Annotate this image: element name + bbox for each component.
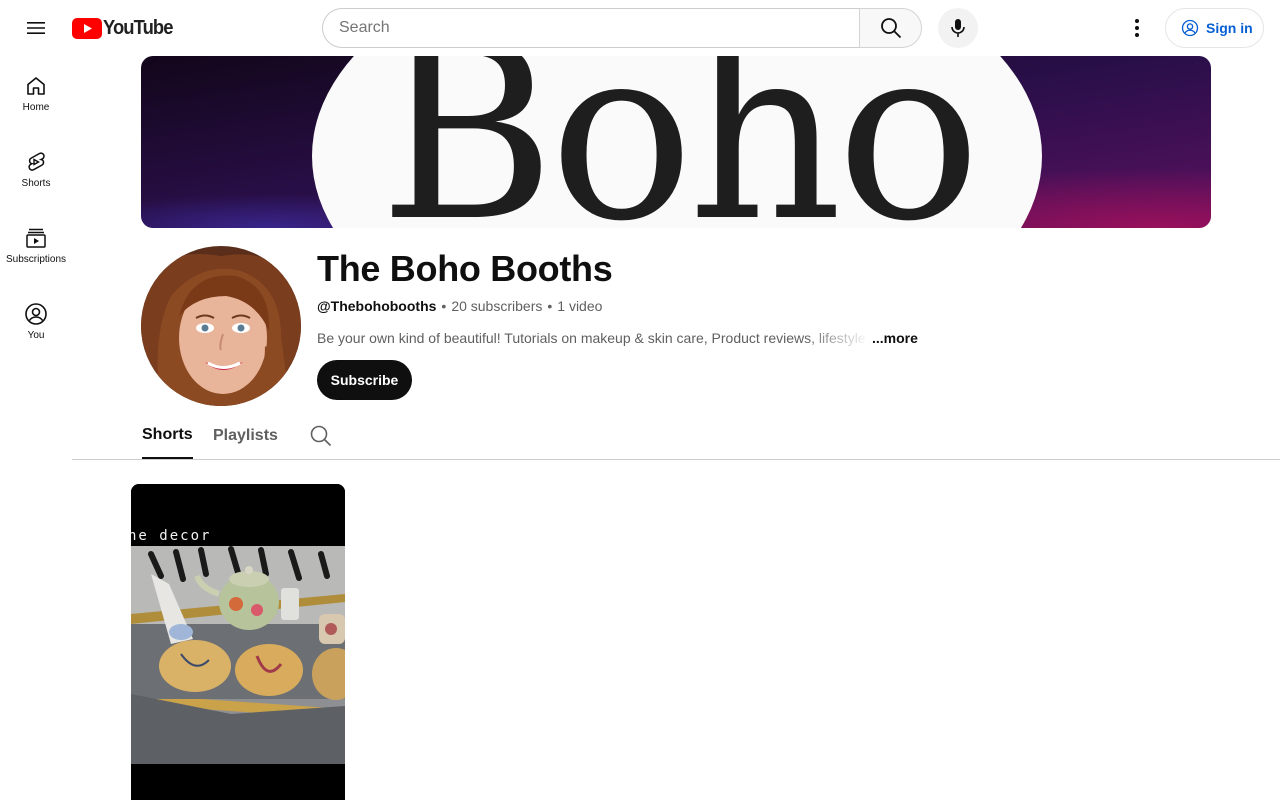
- tab-shorts[interactable]: Shorts: [142, 412, 193, 459]
- search-button[interactable]: [859, 8, 922, 48]
- channel-description[interactable]: Be your own kind of beautiful! Tutorials…: [317, 330, 918, 346]
- settings-more-button[interactable]: [1117, 8, 1157, 48]
- description-more-link[interactable]: ...more: [872, 330, 918, 346]
- hamburger-menu-icon: [27, 22, 45, 34]
- logo-text: YouTube: [103, 16, 173, 39]
- subscriber-count: 20 subscribers: [451, 298, 543, 314]
- subscribe-button[interactable]: Subscribe: [317, 360, 412, 400]
- account-icon: [25, 303, 47, 325]
- sidebar-item-subscriptions[interactable]: Subscriptions: [0, 208, 72, 284]
- separator-dot: •: [547, 298, 553, 314]
- search-icon: [310, 425, 332, 447]
- shorts-icon: [28, 152, 45, 171]
- sidebar-item-label: Shorts: [21, 178, 51, 189]
- channel-banner: Boho: [141, 56, 1211, 228]
- channel-avatar: [141, 246, 301, 406]
- channel-tabs: Shorts Playlists: [72, 412, 1280, 460]
- more-vertical-icon: [1135, 19, 1139, 37]
- channel-meta: @Thebohobooths • 20 subscribers • 1 vide…: [317, 298, 602, 314]
- youtube-logo[interactable]: YouTube: [72, 17, 179, 39]
- short-thumbnail[interactable]: ne decor: [131, 484, 345, 800]
- sidebar-item-label: You: [27, 330, 45, 341]
- mini-guide: Home Shorts Subscriptions You: [0, 56, 72, 360]
- short-overlay-text: ne decor: [131, 528, 212, 544]
- sign-in-label: Sign in: [1206, 20, 1253, 36]
- sidebar-item-shorts[interactable]: Shorts: [0, 132, 72, 208]
- sidebar-item-label: Subscriptions: [5, 254, 67, 265]
- tab-playlists[interactable]: Playlists: [213, 412, 278, 460]
- microphone-icon: [951, 19, 965, 37]
- sign-in-button[interactable]: Sign in: [1165, 8, 1264, 48]
- youtube-play-logo-icon: [72, 17, 102, 39]
- sidebar-item-label: Home: [22, 102, 50, 113]
- account-circle-icon: [1181, 19, 1199, 37]
- guide-menu-button[interactable]: [16, 8, 56, 48]
- home-icon: [27, 77, 45, 95]
- sidebar-item-you[interactable]: You: [0, 284, 72, 360]
- avatar-image: [141, 246, 301, 406]
- sidebar-item-home[interactable]: Home: [0, 56, 72, 132]
- search-input[interactable]: [322, 8, 859, 48]
- separator-dot: •: [441, 298, 447, 314]
- masthead: YouTube Sign in: [0, 0, 1280, 56]
- channel-search-button[interactable]: [309, 424, 333, 448]
- subscriptions-icon: [26, 228, 46, 248]
- channel-handle: @Thebohobooths: [317, 298, 437, 314]
- search-icon: [880, 18, 901, 39]
- video-count: 1 video: [557, 298, 603, 314]
- description-text: Be your own kind of beautiful! Tutorials…: [317, 330, 870, 346]
- search-box: [322, 8, 922, 48]
- channel-name: The Boho Booths: [317, 248, 613, 289]
- voice-search-button[interactable]: [938, 8, 978, 48]
- banner-text: Boho: [379, 56, 981, 228]
